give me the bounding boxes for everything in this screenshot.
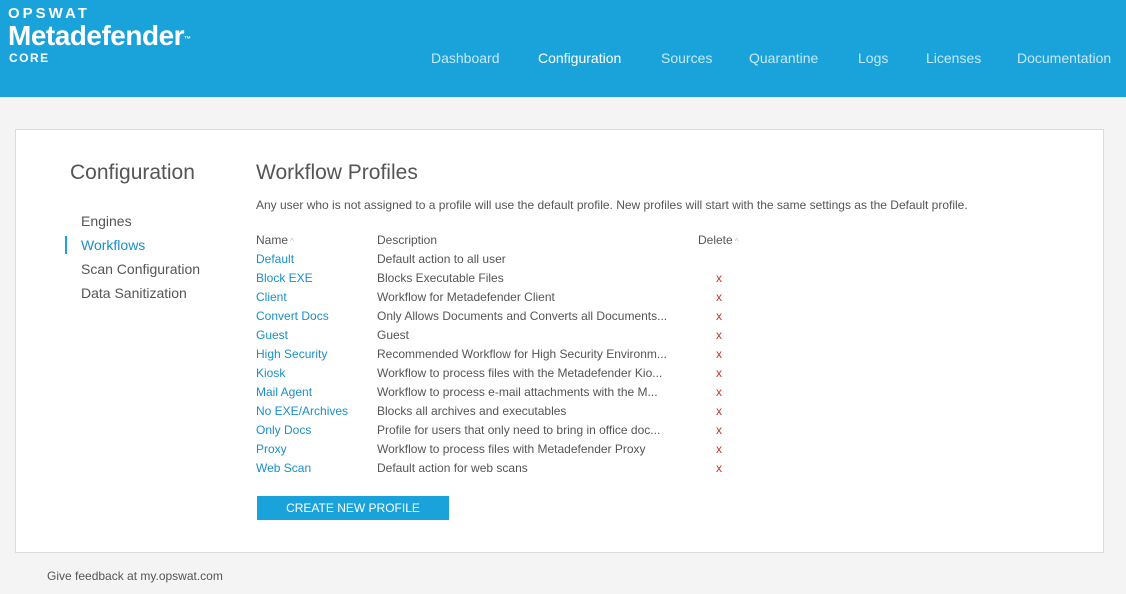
- sidebar-item-workflows[interactable]: Workflows: [81, 237, 145, 253]
- sidebar-item-scan-configuration[interactable]: Scan Configuration: [81, 261, 200, 277]
- sidebar-item-data-sanitization[interactable]: Data Sanitization: [81, 285, 187, 301]
- nav-documentation[interactable]: Documentation: [1017, 50, 1111, 66]
- workflow-description: Workflow to process e-mail attachments w…: [377, 385, 658, 399]
- delete-icon[interactable]: x: [716, 461, 722, 475]
- workflow-description: Workflow to process files with Metadefen…: [377, 442, 646, 456]
- column-header-name[interactable]: Name ^: [256, 233, 294, 247]
- delete-icon[interactable]: x: [716, 328, 722, 342]
- workflow-name-link[interactable]: Guest: [256, 328, 288, 342]
- column-header-description: Description: [377, 233, 438, 247]
- table-row: Block EXE Blocks Executable Files x: [256, 269, 756, 288]
- table-row: Kiosk Workflow to process files with the …: [256, 364, 756, 383]
- sort-arrow-icon: ^: [290, 237, 294, 246]
- table-row: High Security Recommended Workflow for Hi…: [256, 345, 756, 364]
- main-nav: Dashboard Configuration Sources Quaranti…: [0, 50, 1126, 68]
- workflow-name-link[interactable]: Client: [256, 290, 287, 304]
- delete-icon[interactable]: x: [716, 442, 722, 456]
- workflow-name-link[interactable]: Web Scan: [256, 461, 311, 475]
- table-row: No EXE/Archives Blocks all archives and e…: [256, 402, 756, 421]
- table-row: Mail Agent Workflow to process e-mail att…: [256, 383, 756, 402]
- column-header-name-label: Name: [256, 233, 289, 247]
- delete-icon[interactable]: x: [716, 404, 722, 418]
- top-header: OPSWAT Metadefender™ CORE Dashboard Conf…: [0, 0, 1126, 97]
- workflow-description: Profile for users that only need to brin…: [377, 423, 661, 437]
- workflow-description: Blocks Executable Files: [377, 271, 504, 285]
- workflow-name-link[interactable]: Proxy: [256, 442, 287, 456]
- table-row: Convert Docs Only Allows Documents and Co…: [256, 307, 756, 326]
- table-row: Client Workflow for Metadefender Client x: [256, 288, 756, 307]
- workflow-name-link[interactable]: Convert Docs: [256, 309, 329, 323]
- table-row: Proxy Workflow to process files with Meta…: [256, 440, 756, 459]
- workflow-name-link[interactable]: Block EXE: [256, 271, 313, 285]
- create-new-profile-button[interactable]: CREATE NEW PROFILE: [257, 496, 449, 520]
- logo-brand: OPSWAT: [8, 5, 90, 22]
- workflow-description: Blocks all archives and executables: [377, 404, 567, 418]
- sidebar-item-engines[interactable]: Engines: [81, 213, 132, 229]
- workflow-description: Default action to all user: [377, 252, 506, 266]
- nav-configuration[interactable]: Configuration: [538, 50, 621, 66]
- sort-arrow-icon: ^: [734, 237, 739, 246]
- nav-quarantine[interactable]: Quarantine: [749, 50, 818, 66]
- workflow-name-link[interactable]: Kiosk: [256, 366, 285, 380]
- delete-icon[interactable]: x: [716, 385, 722, 399]
- delete-icon[interactable]: x: [716, 347, 722, 361]
- delete-icon[interactable]: x: [716, 271, 722, 285]
- table-row: Guest Guest x: [256, 326, 756, 345]
- delete-icon[interactable]: x: [716, 309, 722, 323]
- workflow-description: Recommended Workflow for High Security E…: [377, 347, 667, 361]
- workflow-name-link[interactable]: No EXE/Archives: [256, 404, 348, 418]
- workflow-name-link[interactable]: Mail Agent: [256, 385, 312, 399]
- workflow-name-link[interactable]: Default: [256, 252, 294, 266]
- sidebar-active-marker: [65, 236, 67, 254]
- sidebar-title: Configuration: [70, 161, 195, 184]
- logo-product: Metadefender: [8, 20, 185, 51]
- nav-dashboard[interactable]: Dashboard: [431, 50, 500, 66]
- column-header-delete[interactable]: Delete ^: [698, 233, 738, 247]
- page-title: Workflow Profiles: [256, 161, 418, 184]
- table-row: Only Docs Profile for users that only nee…: [256, 421, 756, 440]
- workflow-description: Workflow for Metadefender Client: [377, 290, 555, 304]
- delete-icon[interactable]: x: [716, 423, 722, 437]
- nav-logs[interactable]: Logs: [858, 50, 888, 66]
- workflow-description: Guest: [377, 328, 410, 342]
- column-header-delete-label: Delete: [698, 233, 733, 247]
- table-row: Default Default action to all user: [256, 250, 756, 269]
- nav-sources[interactable]: Sources: [661, 50, 712, 66]
- workflow-description: Only Allows Documents and Converts all D…: [377, 309, 668, 323]
- logo-trademark: ™: [184, 36, 191, 43]
- feedback-footer[interactable]: Give feedback at my.opswat.com: [47, 569, 223, 583]
- table-row: Web Scan Default action for web scans x: [256, 459, 756, 478]
- nav-licenses[interactable]: Licenses: [926, 50, 981, 66]
- delete-icon[interactable]: x: [716, 366, 722, 380]
- page-description: Any user who is not assigned to a profil…: [256, 198, 968, 212]
- content-panel: Configuration Engines Workflows Scan Con…: [15, 129, 1104, 553]
- workflow-description: Default action for web scans: [377, 461, 528, 475]
- workflow-name-link[interactable]: High Security: [256, 347, 327, 361]
- workflow-description: Workflow to process files with the Metad…: [377, 366, 663, 380]
- workflow-name-link[interactable]: Only Docs: [256, 423, 311, 437]
- delete-icon[interactable]: x: [716, 290, 722, 304]
